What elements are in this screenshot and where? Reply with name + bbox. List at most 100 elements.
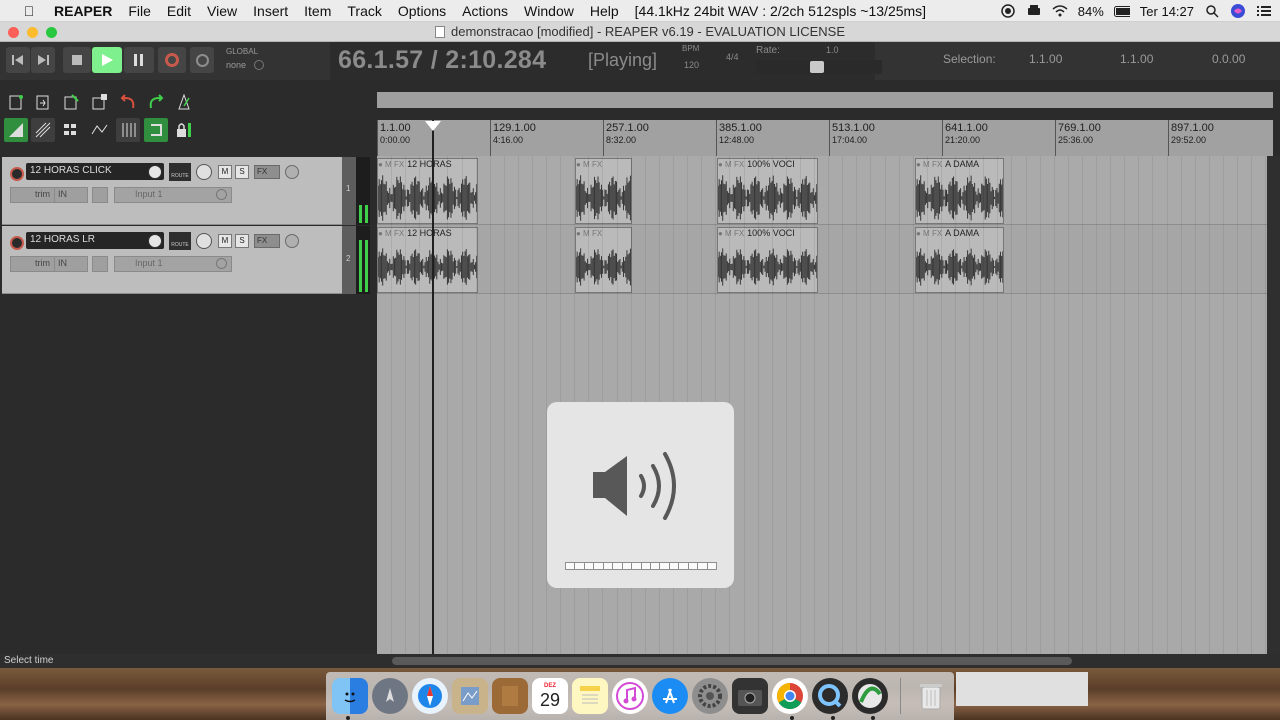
track-pan-knob[interactable] xyxy=(196,233,212,249)
selection-length[interactable]: 0.0.00 xyxy=(1212,52,1245,66)
solo-button[interactable]: S xyxy=(235,234,249,248)
menubar-clock[interactable]: Ter 14:27 xyxy=(1140,4,1194,19)
phase-icon[interactable] xyxy=(285,165,299,179)
record-arm-button[interactable] xyxy=(10,167,24,181)
preview-icon[interactable] xyxy=(452,678,488,714)
ruler-marker[interactable]: 769.1.00 25:36.00 xyxy=(1055,120,1101,156)
item-icons[interactable]: ● M FX xyxy=(916,160,942,169)
ruler-marker[interactable]: 129.1.00 4:16.00 xyxy=(490,120,536,156)
ruler-marker[interactable]: 897.1.00 29:52.00 xyxy=(1168,120,1214,156)
menu-insert[interactable]: Insert xyxy=(245,3,296,19)
mute-button[interactable]: M xyxy=(218,165,232,179)
media-item[interactable]: ● M FX xyxy=(575,227,632,293)
go-to-start-button[interactable] xyxy=(6,47,30,73)
route-button[interactable]: ROUTE xyxy=(169,163,191,181)
trim-button[interactable]: trim xyxy=(10,256,55,272)
new-project-icon[interactable] xyxy=(4,90,28,114)
menu-window[interactable]: Window xyxy=(516,3,582,19)
media-item[interactable]: ● M FX A DAMA xyxy=(915,227,1004,293)
apple-menu-icon[interactable]:  xyxy=(18,3,40,19)
menu-track[interactable]: Track xyxy=(339,3,389,19)
stop-button[interactable] xyxy=(63,47,91,73)
record-status-icon[interactable] xyxy=(1000,3,1016,19)
bpm-value[interactable]: 120 xyxy=(684,60,699,70)
item-icons[interactable]: ● M FX xyxy=(718,160,744,169)
wifi-icon[interactable] xyxy=(1052,3,1068,19)
menu-app-reaper[interactable]: REAPER xyxy=(46,3,120,19)
track-2-lane[interactable]: ● M FX 12 HORAS ● M FX ● M FX 100% VOCI ● M F… xyxy=(377,225,1267,294)
track-name[interactable]: 12 HORAS CLICK xyxy=(26,163,164,180)
app-store-icon[interactable] xyxy=(652,678,688,714)
time-signature[interactable]: 4/4 xyxy=(726,52,739,62)
loop-points-icon[interactable] xyxy=(144,118,168,142)
media-item[interactable]: ● M FX 100% VOCI xyxy=(717,227,818,293)
track-pan-knob[interactable] xyxy=(196,164,212,180)
ruler-marker[interactable]: 1.1.00 0:00.00 xyxy=(377,120,411,156)
item-icons[interactable]: ● M FX xyxy=(576,160,602,169)
menu-options[interactable]: Options xyxy=(390,3,454,19)
siri-icon[interactable] xyxy=(1230,3,1246,19)
notes-icon[interactable] xyxy=(572,678,608,714)
save-project-icon[interactable] xyxy=(60,90,84,114)
horizontal-scrollbar[interactable] xyxy=(392,657,1072,665)
redo-icon[interactable] xyxy=(144,90,168,114)
close-window-button[interactable] xyxy=(8,27,19,38)
ruler-marker[interactable]: 513.1.00 17:04.00 xyxy=(829,120,875,156)
item-icons[interactable]: ● M FX xyxy=(916,229,942,238)
route-button[interactable]: ROUTE xyxy=(169,232,191,250)
fx-button[interactable]: FX xyxy=(254,165,280,179)
fx-button[interactable]: FX xyxy=(254,234,280,248)
monitor-icon[interactable] xyxy=(92,256,108,272)
repeat-button[interactable] xyxy=(190,47,214,73)
undo-icon[interactable] xyxy=(116,90,140,114)
record-arm-button[interactable] xyxy=(10,236,24,250)
go-to-end-button[interactable] xyxy=(31,47,55,73)
play-button[interactable] xyxy=(92,47,122,73)
contacts-icon[interactable] xyxy=(492,678,528,714)
ripple-edit-icon[interactable] xyxy=(31,118,55,142)
media-item[interactable]: ● M FX A DAMA xyxy=(915,158,1004,224)
play-cursor[interactable] xyxy=(432,120,434,654)
selection-end[interactable]: 1.1.00 xyxy=(1120,52,1153,66)
track-volume-knob[interactable] xyxy=(148,234,162,248)
grid-snap-icon[interactable] xyxy=(60,118,84,142)
menu-item[interactable]: Item xyxy=(296,3,339,19)
selection-start[interactable]: 1.1.00 xyxy=(1029,52,1062,66)
spotlight-search-icon[interactable] xyxy=(1204,3,1220,19)
mute-button[interactable]: M xyxy=(218,234,232,248)
media-item-header[interactable]: ● M FX A DAMA xyxy=(916,228,1003,240)
media-item-header[interactable]: ● M FX xyxy=(576,159,631,171)
desktop-window-thumbnail[interactable] xyxy=(956,672,1088,706)
image-capture-icon[interactable] xyxy=(732,678,768,714)
vertical-scrollbar[interactable] xyxy=(1267,156,1280,654)
finder-icon[interactable] xyxy=(332,678,368,714)
menu-edit[interactable]: Edit xyxy=(159,3,199,19)
battery-icon[interactable] xyxy=(1113,3,1130,19)
trash-icon[interactable] xyxy=(913,678,949,714)
track-1-header[interactable]: 12 HORAS CLICK ROUTE M S FX trim IN Inpu… xyxy=(2,157,342,225)
chrome-icon[interactable] xyxy=(772,678,808,714)
input-select[interactable]: Input 1 xyxy=(114,256,232,272)
track-volume-knob[interactable] xyxy=(148,165,162,179)
media-item[interactable]: ● M FX xyxy=(575,158,632,224)
input-dropdown-icon[interactable] xyxy=(216,258,227,269)
ruler-marker[interactable]: 385.1.00 12:48.00 xyxy=(716,120,762,156)
menu-view[interactable]: View xyxy=(199,3,245,19)
open-project-icon[interactable] xyxy=(31,90,55,114)
phase-icon[interactable] xyxy=(285,234,299,248)
menu-file[interactable]: File xyxy=(120,3,159,19)
ruler-marker[interactable]: 257.1.00 8:32.00 xyxy=(603,120,649,156)
solo-button[interactable]: S xyxy=(235,165,249,179)
calendar-icon[interactable]: DEZ 29 xyxy=(532,678,568,714)
input-monitor-button[interactable]: IN xyxy=(54,187,88,203)
rate-slider-handle[interactable] xyxy=(810,61,824,73)
menu-actions[interactable]: Actions xyxy=(454,3,516,19)
track-name[interactable]: 12 HORAS LR xyxy=(26,232,164,249)
time-position[interactable]: 66.1.57 / 2:10.284 xyxy=(338,46,546,75)
item-icons[interactable]: ● M FX xyxy=(718,229,744,238)
minimize-window-button[interactable] xyxy=(27,27,38,38)
printer-icon[interactable] xyxy=(1026,3,1042,19)
media-item-header[interactable]: ● M FX A DAMA xyxy=(916,159,1003,171)
grid-lines-icon[interactable] xyxy=(116,118,140,142)
input-monitor-button[interactable]: IN xyxy=(54,256,88,272)
